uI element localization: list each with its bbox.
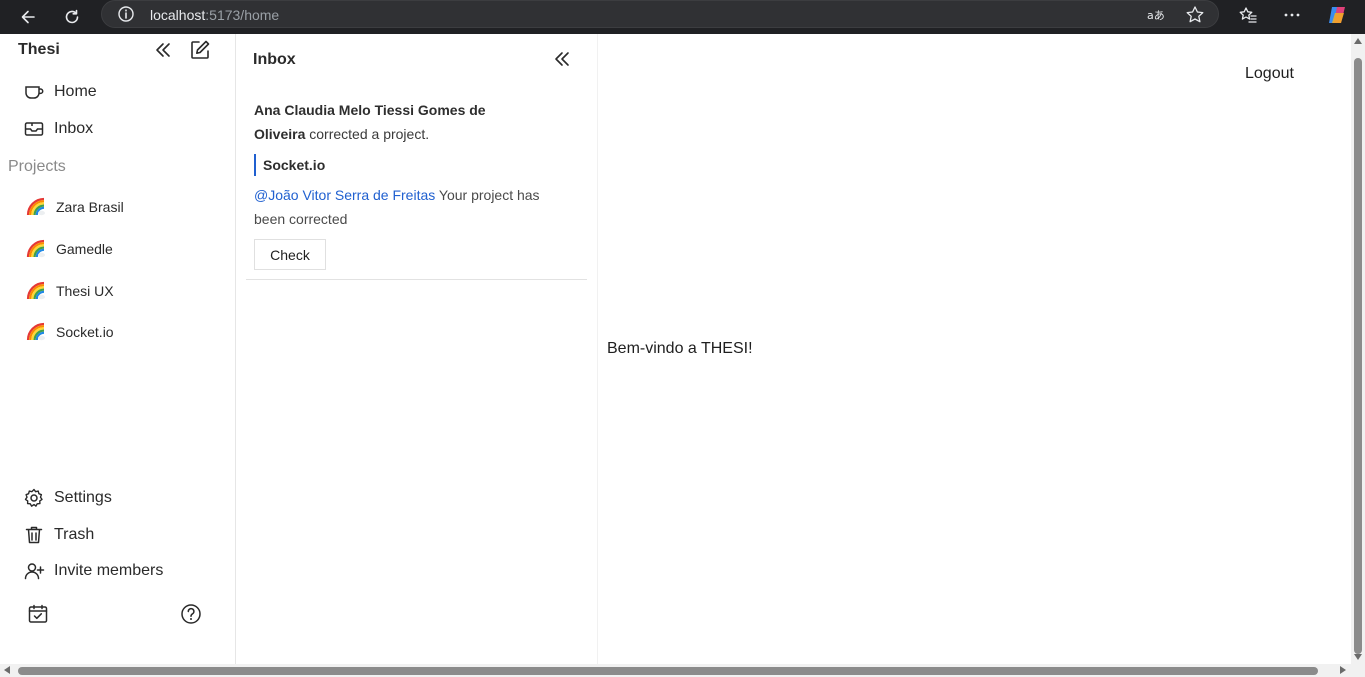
- url-path: :5173/home: [205, 7, 280, 23]
- sidebar-item-home[interactable]: Home: [22, 78, 97, 106]
- read-aloud-icon[interactable]: aあ: [1145, 4, 1167, 26]
- refresh-icon[interactable]: [58, 3, 86, 31]
- sidebar-item-trash[interactable]: Trash: [22, 521, 94, 549]
- sidebar-project-gamedle[interactable]: Gamedle: [26, 237, 113, 261]
- trash-icon: [22, 523, 46, 547]
- project-label: Socket.io: [56, 324, 114, 340]
- horizontal-scrollbar[interactable]: [0, 664, 1365, 677]
- svg-text:aあ: aあ: [1147, 9, 1165, 22]
- logout-button[interactable]: Logout: [1245, 65, 1294, 83]
- calendar-check-icon[interactable]: [26, 602, 50, 626]
- notification-action: corrected a project.: [305, 126, 430, 142]
- scroll-down-arrow-icon[interactable]: [1354, 654, 1362, 660]
- new-page-icon[interactable]: [188, 38, 212, 62]
- rainbow-icon: [26, 322, 46, 342]
- more-icon[interactable]: [1280, 3, 1304, 27]
- sidebar: Thesi Home Inbox Projects Zara Brasil Ga…: [0, 34, 236, 664]
- address-bar[interactable]: localhost:5173/home aあ: [101, 0, 1219, 28]
- rainbow-icon: [26, 281, 46, 301]
- sidebar-item-label: Home: [54, 83, 97, 100]
- back-icon[interactable]: [14, 3, 42, 31]
- favorite-star-icon[interactable]: [1184, 4, 1206, 26]
- scroll-left-arrow-icon[interactable]: [4, 666, 10, 674]
- vertical-scrollbar[interactable]: [1351, 34, 1365, 664]
- info-icon[interactable]: [117, 5, 135, 23]
- sidebar-project-thesi-ux[interactable]: Thesi UX: [26, 279, 114, 303]
- horizontal-scroll-thumb[interactable]: [18, 667, 1318, 675]
- project-label: Gamedle: [56, 241, 113, 257]
- invite-user-icon: [22, 559, 46, 583]
- project-label: Zara Brasil: [56, 199, 124, 215]
- notification-message: @João Vitor Serra de Freitas Your projec…: [254, 183, 574, 231]
- sidebar-item-label: Settings: [54, 489, 112, 506]
- help-icon[interactable]: [179, 602, 203, 626]
- notification-project[interactable]: Socket.io: [254, 154, 325, 176]
- sidebar-item-settings[interactable]: Settings: [22, 484, 112, 512]
- rainbow-icon: [26, 197, 46, 217]
- scroll-up-arrow-icon[interactable]: [1354, 38, 1362, 44]
- collapse-inbox-icon[interactable]: [550, 47, 574, 71]
- notification-text: Ana Claudia Melo Tiessi Gomes de Oliveir…: [254, 98, 514, 146]
- project-label: Thesi UX: [56, 283, 114, 299]
- welcome-message: Bem-vindo a THESI!: [607, 340, 753, 357]
- gear-icon: [22, 486, 46, 510]
- url-text: localhost:5173/home: [150, 7, 279, 23]
- sidebar-item-inbox[interactable]: Inbox: [22, 115, 93, 143]
- user-mention[interactable]: @João Vitor Serra de Freitas: [254, 187, 435, 203]
- sidebar-item-invite-members[interactable]: Invite members: [22, 557, 163, 585]
- copilot-icon[interactable]: [1326, 3, 1350, 27]
- sidebar-item-label: Invite members: [54, 562, 164, 579]
- projects-section-label: Projects: [8, 158, 66, 175]
- main-content: Logout Bem-vindo a THESI!: [599, 34, 1351, 664]
- workspace-title: Thesi: [18, 41, 60, 58]
- sidebar-project-zara-brasil[interactable]: Zara Brasil: [26, 195, 124, 219]
- notification-item: Ana Claudia Melo Tiessi Gomes de Oliveir…: [246, 94, 587, 280]
- inbox-icon: [22, 117, 46, 141]
- rainbow-icon: [26, 239, 46, 259]
- sidebar-project-socket-io[interactable]: Socket.io: [26, 320, 114, 344]
- browser-toolbar: localhost:5173/home aあ: [0, 0, 1365, 34]
- scroll-right-arrow-icon[interactable]: [1340, 666, 1346, 674]
- collapse-sidebar-icon[interactable]: [151, 38, 175, 62]
- sidebar-item-label: Trash: [54, 526, 95, 543]
- inbox-title: Inbox: [253, 51, 296, 68]
- inbox-panel: Inbox Ana Claudia Melo Tiessi Gomes de O…: [236, 34, 598, 664]
- check-button[interactable]: Check: [254, 239, 326, 270]
- sidebar-item-label: Inbox: [54, 120, 94, 137]
- url-host: localhost: [150, 7, 206, 23]
- favorites-icon[interactable]: [1236, 3, 1260, 27]
- vertical-scroll-thumb[interactable]: [1354, 58, 1362, 654]
- home-icon: [22, 80, 46, 104]
